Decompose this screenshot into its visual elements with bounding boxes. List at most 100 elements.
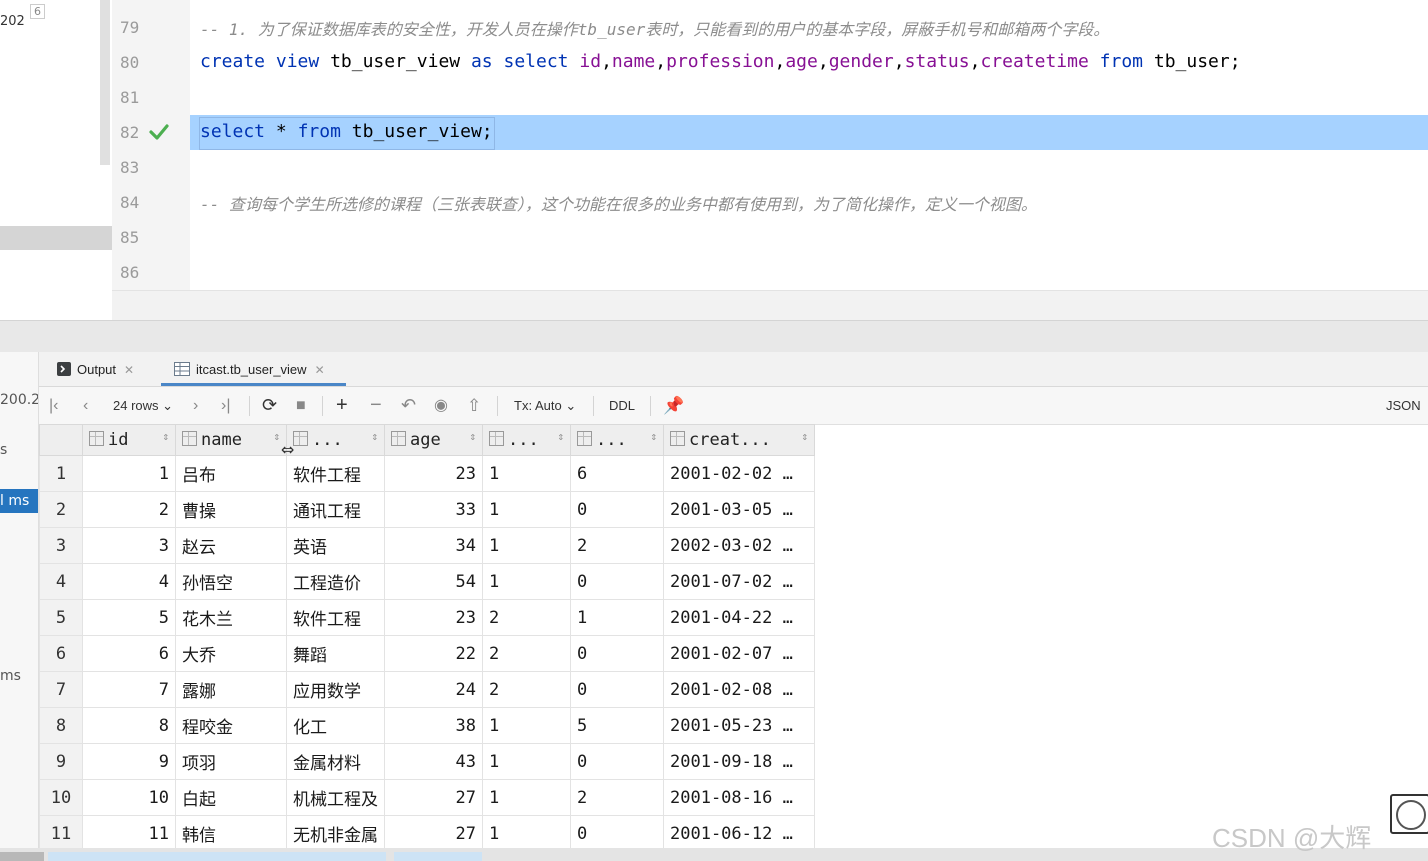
cell-status[interactable]: 6 [570, 455, 664, 492]
clock-widget-icon[interactable] [1390, 794, 1428, 834]
results-grid[interactable]: id ⇕ name ⇕ ... ⇕ age ⇕ ... ⇕ ... ⇕ creat... ⇕ … [39, 424, 817, 861]
cell-age[interactable]: 23 [384, 455, 483, 492]
table-row[interactable]: 7 7 露娜 应用数学 24 2 0 2001-02-08 … [39, 671, 815, 708]
row-number[interactable]: 1 [39, 455, 83, 492]
cell-name[interactable]: 韩信 [175, 815, 287, 852]
row-number[interactable]: 3 [39, 527, 83, 564]
preview-changes-icon[interactable]: ◉ [434, 387, 448, 424]
cell-status[interactable]: 5 [570, 707, 664, 744]
column-header-status[interactable]: ... ⇕ [570, 424, 664, 456]
cell-profession[interactable]: 应用数学 [286, 671, 385, 708]
cell-createtime[interactable]: 2001-06-12 … [663, 815, 815, 852]
cell-createtime[interactable]: 2001-05-23 … [663, 707, 815, 744]
cell-status[interactable]: 0 [570, 635, 664, 672]
row-number[interactable]: 10 [39, 779, 83, 816]
table-row[interactable]: 6 6 大乔 舞蹈 22 2 0 2001-02-07 … [39, 635, 815, 672]
cell-profession[interactable]: 舞蹈 [286, 635, 385, 672]
scroll-thumb[interactable] [394, 852, 482, 861]
cell-name[interactable]: 吕布 [175, 455, 287, 492]
cell-name[interactable]: 花木兰 [175, 599, 287, 636]
cell-profession[interactable]: 通讯工程 [286, 491, 385, 528]
cell-name[interactable]: 孙悟空 [175, 563, 287, 600]
service-node-label[interactable]: 200.2( [0, 392, 38, 408]
cell-id[interactable]: 3 [82, 527, 176, 564]
table-row[interactable]: 9 9 项羽 金属材料 43 1 0 2001-09-18 … [39, 743, 815, 780]
cell-age[interactable]: 38 [384, 707, 483, 744]
sort-icon[interactable]: ⇕ [273, 430, 280, 443]
scroll-thumb[interactable] [48, 852, 386, 861]
table-row[interactable]: 3 3 赵云 英语 34 1 2 2002-03-02 … [39, 527, 815, 564]
cell-createtime[interactable]: 2001-09-18 … [663, 743, 815, 780]
cell-status[interactable]: 0 [570, 671, 664, 708]
cell-status[interactable]: 0 [570, 743, 664, 780]
cell-id[interactable]: 9 [82, 743, 176, 780]
row-number[interactable]: 2 [39, 491, 83, 528]
sort-icon[interactable]: ⇕ [557, 430, 564, 443]
sql-editor[interactable]: -- 1. 为了保证数据库表的安全性，开发人员在操作tb_user表时，只能看到… [190, 0, 1428, 290]
submit-icon[interactable]: ⇧ [467, 387, 481, 424]
close-icon[interactable]: ✕ [124, 363, 134, 377]
table-row[interactable]: 2 2 曹操 通讯工程 33 1 0 2001-03-05 … [39, 491, 815, 528]
table-row[interactable]: 10 10 白起 机械工程及 27 1 2 2001-08-16 … [39, 779, 815, 816]
delete-row-icon[interactable]: − [370, 387, 382, 424]
column-header-profession[interactable]: ... ⇕ [286, 424, 385, 456]
service-node-label[interactable]: ms [0, 668, 21, 684]
close-icon[interactable]: ✕ [315, 363, 325, 377]
cell-name[interactable]: 项羽 [175, 743, 287, 780]
selected-tree-row[interactable] [0, 226, 112, 250]
row-number[interactable]: 9 [39, 743, 83, 780]
column-header-name[interactable]: name ⇕ [175, 424, 287, 456]
cell-name[interactable]: 程咬金 [175, 707, 287, 744]
column-header-createtime[interactable]: creat... ⇕ [663, 424, 815, 456]
column-header-age[interactable]: age ⇕ [384, 424, 483, 456]
cell-status[interactable]: 2 [570, 527, 664, 564]
cell-id[interactable]: 8 [82, 707, 176, 744]
cell-age[interactable]: 23 [384, 599, 483, 636]
cell-name[interactable]: 曹操 [175, 491, 287, 528]
cell-age[interactable]: 24 [384, 671, 483, 708]
cell-id[interactable]: 10 [82, 779, 176, 816]
stop-icon[interactable]: ■ [296, 387, 306, 424]
cell-createtime[interactable]: 2002-03-02 … [663, 527, 815, 564]
cell-name[interactable]: 大乔 [175, 635, 287, 672]
panel-splitter[interactable] [0, 320, 1428, 353]
table-row[interactable]: 5 5 花木兰 软件工程 23 2 1 2001-04-22 … [39, 599, 815, 636]
cell-name[interactable]: 白起 [175, 779, 287, 816]
sort-icon[interactable]: ⇕ [371, 430, 378, 443]
cell-status[interactable]: 0 [570, 563, 664, 600]
cell-profession[interactable]: 金属材料 [286, 743, 385, 780]
cell-gender[interactable]: 1 [482, 779, 571, 816]
cell-status[interactable]: 0 [570, 491, 664, 528]
cell-profession[interactable]: 化工 [286, 707, 385, 744]
next-page-icon[interactable]: › [193, 387, 198, 424]
cell-profession[interactable]: 软件工程 [286, 455, 385, 492]
cell-profession[interactable]: 机械工程及 [286, 779, 385, 816]
cell-id[interactable]: 7 [82, 671, 176, 708]
cell-status[interactable]: 2 [570, 779, 664, 816]
row-number[interactable]: 8 [39, 707, 83, 744]
sort-icon[interactable]: ⇕ [801, 430, 808, 443]
cell-gender[interactable]: 2 [482, 599, 571, 636]
sort-icon[interactable]: ⇕ [650, 430, 657, 443]
column-header-id[interactable]: id ⇕ [82, 424, 176, 456]
cell-profession[interactable]: 工程造价 [286, 563, 385, 600]
file-tab-label[interactable]: 202 [0, 4, 25, 38]
selected-service-node[interactable]: l ms [0, 489, 38, 513]
cell-gender[interactable]: 1 [482, 707, 571, 744]
cell-id[interactable]: 4 [82, 563, 176, 600]
table-row[interactable]: 1 1 吕布 软件工程 23 1 6 2001-02-02 … [39, 455, 815, 492]
first-page-icon[interactable]: |‹ [49, 387, 58, 424]
revert-icon[interactable]: ↶ [401, 387, 416, 424]
refresh-icon[interactable]: ⟳ [262, 387, 277, 424]
row-number[interactable]: 11 [39, 815, 83, 852]
cell-gender[interactable]: 1 [482, 743, 571, 780]
cell-name[interactable]: 赵云 [175, 527, 287, 564]
cell-id[interactable]: 6 [82, 635, 176, 672]
cell-id[interactable]: 11 [82, 815, 176, 852]
cell-profession[interactable]: 软件工程 [286, 599, 385, 636]
service-node-label[interactable]: s [0, 442, 7, 458]
cell-gender[interactable]: 1 [482, 815, 571, 852]
panel-scrollbar[interactable] [100, 0, 110, 165]
cell-profession[interactable]: 无机非金属 [286, 815, 385, 852]
cell-gender[interactable]: 1 [482, 455, 571, 492]
